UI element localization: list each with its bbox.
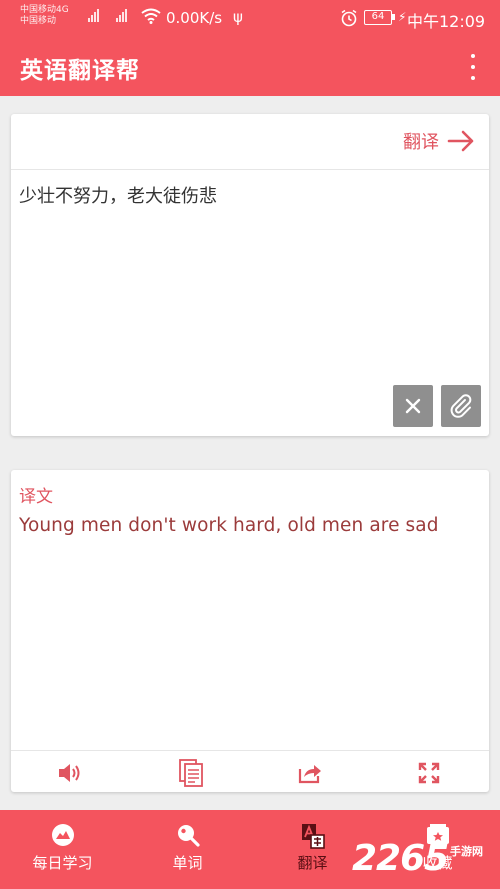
app-bar: 英语翻译帮 xyxy=(0,38,500,96)
fullscreen-button[interactable] xyxy=(415,759,443,787)
watermark-logo: 2265 xyxy=(352,838,449,879)
signal-1-icon xyxy=(88,8,99,22)
translate-icon xyxy=(301,824,325,849)
close-icon xyxy=(405,398,421,414)
status-time: 中午12:09 xyxy=(407,12,486,31)
battery-level: 64 xyxy=(364,10,392,25)
watermark-site: 手游网 xyxy=(450,845,483,858)
translate-button[interactable]: 翻译 xyxy=(403,128,475,154)
carrier-info: 中国移动4G 中国移动 xyxy=(20,5,69,27)
attach-button[interactable] xyxy=(441,385,481,427)
speak-button[interactable] xyxy=(56,759,84,787)
more-vert-icon[interactable] xyxy=(463,54,483,80)
carrier-1: 中国移动4G xyxy=(20,5,69,15)
share-icon xyxy=(298,765,321,784)
share-button[interactable] xyxy=(296,759,324,787)
input-card: 翻译 少壮不努力，老大徒伤悲 xyxy=(11,114,489,436)
status-bar: 中国移动4G 中国移动 0.00K/s ψ 64 ⚡ 中午12:09 xyxy=(0,0,500,38)
signal-2-icon xyxy=(116,8,127,22)
app-title: 英语翻译帮 xyxy=(20,58,140,84)
output-action-bar xyxy=(11,750,489,792)
speaker-icon xyxy=(59,764,80,782)
output-card: 译文 Young men don't work hard, old men ar… xyxy=(11,470,489,792)
translate-bar: 翻译 xyxy=(11,114,489,170)
translate-button-label: 翻译 xyxy=(403,132,439,153)
source-text-input[interactable]: 少壮不努力，老大徒伤悲 xyxy=(19,182,217,208)
battery-tip xyxy=(392,14,395,20)
output-label: 译文 xyxy=(19,487,53,507)
paperclip-icon xyxy=(450,394,472,418)
nav-item-words[interactable]: 单词 xyxy=(125,810,250,889)
copy-icon xyxy=(179,759,203,787)
alarm-icon xyxy=(341,9,357,27)
charging-icon: ⚡ xyxy=(398,10,407,24)
fullscreen-icon xyxy=(418,762,440,784)
copy-button[interactable] xyxy=(177,759,205,787)
net-speed: 0.00K/s xyxy=(166,9,223,27)
nav-label-daily-study: 每日学习 xyxy=(32,854,93,872)
translated-text: Young men don't work hard, old men are s… xyxy=(19,515,439,536)
wifi-icon xyxy=(141,8,161,24)
arrow-right-icon xyxy=(447,130,474,152)
carrier-2: 中国移动 xyxy=(20,16,57,26)
daily-study-icon xyxy=(51,824,74,846)
nav-label-words: 单词 xyxy=(172,854,203,872)
clear-button[interactable] xyxy=(393,385,433,427)
usb-icon: ψ xyxy=(233,8,243,26)
nav-item-daily-study[interactable]: 每日学习 xyxy=(0,810,125,889)
search-icon xyxy=(177,825,200,847)
